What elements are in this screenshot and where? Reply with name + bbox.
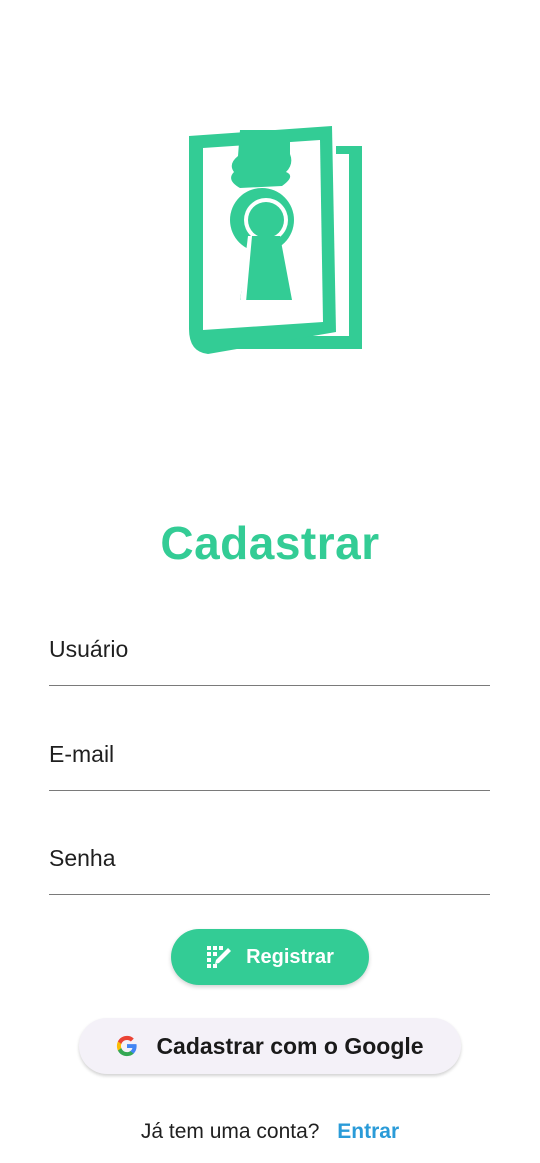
login-link[interactable]: Entrar	[337, 1120, 399, 1143]
username-input[interactable]	[49, 636, 490, 663]
email-field[interactable]	[49, 730, 490, 791]
register-button[interactable]: Registrar	[171, 929, 369, 985]
username-field[interactable]	[49, 625, 490, 686]
register-button-label: Registrar	[246, 945, 334, 968]
page-title: Cadastrar	[160, 517, 380, 569]
login-prompt: Já tem uma conta? Entrar	[0, 1120, 540, 1144]
google-signup-button[interactable]: Cadastrar com o Google	[79, 1018, 461, 1074]
register-icon	[207, 946, 232, 968]
google-signup-label: Cadastrar com o Google	[156, 1032, 424, 1059]
password-input[interactable]	[49, 845, 490, 872]
login-prompt-text: Já tem uma conta?	[140, 1120, 320, 1143]
book-keyhole-logo-icon	[189, 126, 362, 354]
google-icon	[117, 1035, 138, 1057]
password-field[interactable]	[49, 834, 490, 895]
email-input[interactable]	[49, 741, 490, 768]
